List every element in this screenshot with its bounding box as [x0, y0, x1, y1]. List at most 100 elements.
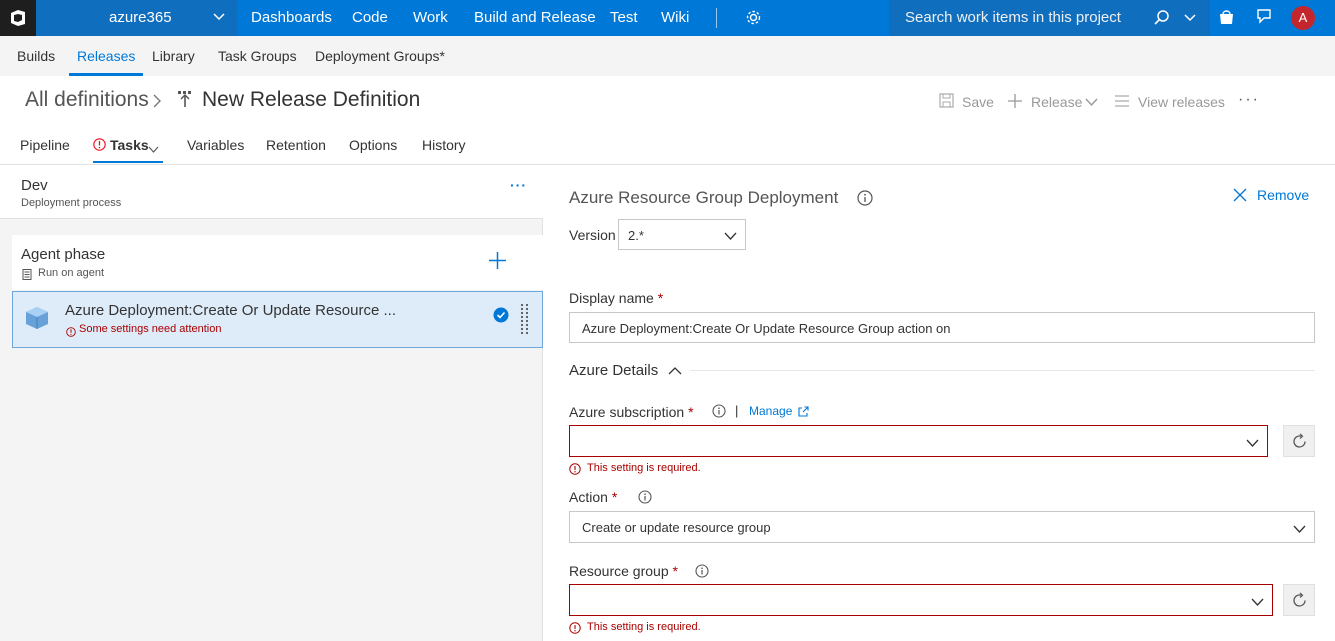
action-value: Create or update resource group	[582, 520, 771, 535]
display-name-label: Display name *	[569, 290, 663, 306]
info-icon[interactable]	[712, 404, 726, 423]
subscription-error: This setting is required.	[587, 462, 701, 474]
environment-name: Dev	[21, 177, 48, 194]
info-icon[interactable]	[695, 564, 709, 583]
tab-variables[interactable]: Variables	[187, 137, 244, 153]
check-circle-icon[interactable]	[493, 307, 509, 328]
shopping-bag-icon[interactable]	[1218, 8, 1235, 31]
search-icon[interactable]	[1153, 9, 1171, 32]
chevron-up-icon[interactable]	[668, 364, 682, 382]
hub-bar: Builds Releases Library Task Groups Depl…	[0, 36, 1335, 76]
error-icon	[93, 138, 106, 156]
external-link-icon[interactable]	[798, 404, 809, 422]
required-marker: *	[672, 563, 678, 579]
chevron-down-icon	[1251, 595, 1264, 613]
vsts-logo-icon[interactable]	[0, 0, 36, 36]
search-box[interactable]: Search work items in this project	[889, 0, 1210, 36]
top-bar: azure365 Dashboards Code Work Build and …	[0, 0, 1335, 36]
info-icon[interactable]	[857, 190, 873, 211]
server-icon	[22, 267, 32, 285]
breadcrumb-all-definitions[interactable]: All definitions	[25, 88, 149, 112]
add-task-icon[interactable]	[488, 251, 507, 275]
save-button[interactable]: Save	[962, 94, 994, 110]
tab-retention[interactable]: Retention	[266, 137, 326, 153]
task-title: Azure Resource Group Deployment	[569, 188, 839, 207]
required-marker: *	[688, 404, 694, 420]
tab-history[interactable]: History	[422, 137, 466, 153]
refresh-icon	[1291, 433, 1308, 455]
view-releases-button[interactable]: View releases	[1138, 94, 1225, 110]
chevron-down-icon	[1246, 436, 1259, 454]
error-icon	[569, 462, 581, 480]
display-name-field[interactable]: Azure Deployment:Create Or Update Resour…	[569, 312, 1315, 343]
tab-tasks[interactable]: Tasks	[110, 137, 149, 153]
nav-test[interactable]: Test	[610, 9, 638, 26]
error-icon	[569, 621, 581, 639]
version-select[interactable]: 2.*	[618, 219, 746, 250]
refresh-resource-group-button[interactable]	[1283, 584, 1315, 616]
hub-library[interactable]: Library	[152, 48, 195, 64]
action-select[interactable]: Create or update resource group	[569, 511, 1315, 543]
save-icon	[939, 93, 954, 113]
remove-button[interactable]: Remove	[1257, 187, 1309, 203]
tab-pipeline[interactable]: Pipeline	[20, 137, 70, 153]
nav-dashboards[interactable]: Dashboards	[251, 9, 332, 26]
active-tab-indicator	[93, 161, 163, 163]
hub-deployment-groups[interactable]: Deployment Groups*	[315, 48, 445, 64]
hub-builds[interactable]: Builds	[17, 48, 55, 64]
section-azure-details[interactable]: Azure Details	[569, 362, 658, 379]
task-item-azure-deployment[interactable]: Azure Deployment:Create Or Update Resour…	[12, 291, 543, 348]
version-value: 2.*	[628, 228, 644, 243]
list-icon	[1114, 94, 1130, 113]
required-marker: *	[611, 489, 618, 505]
nav-work[interactable]: Work	[413, 9, 448, 26]
feedback-icon[interactable]	[1255, 8, 1273, 31]
environment-more-button[interactable]: ···	[510, 177, 527, 193]
gear-icon[interactable]	[745, 9, 762, 31]
add-icon	[1007, 93, 1023, 114]
tab-options[interactable]: Options	[349, 137, 397, 153]
search-input[interactable]: Search work items in this project	[905, 9, 1121, 26]
hub-task-groups[interactable]: Task Groups	[218, 48, 297, 64]
nav-code[interactable]: Code	[352, 9, 388, 26]
project-selector[interactable]: azure365	[36, 0, 237, 36]
phase-subtitle: Run on agent	[38, 267, 105, 279]
agent-phase[interactable]: Agent phase Run on agent	[12, 235, 543, 290]
azure-resource-group-icon	[24, 305, 50, 336]
drag-handle-icon[interactable]	[520, 303, 529, 340]
resource-group-label: Resource group *	[569, 563, 678, 579]
refresh-subscription-button[interactable]	[1283, 425, 1315, 457]
nav-wiki[interactable]: Wiki	[661, 9, 689, 26]
page-title[interactable]: New Release Definition	[202, 88, 420, 112]
hub-releases[interactable]: Releases	[77, 48, 135, 64]
subscription-label-text: Azure subscription	[569, 404, 685, 420]
resource-group-select[interactable]	[569, 584, 1273, 616]
required-marker: *	[657, 290, 664, 306]
action-label: Action *	[569, 489, 617, 505]
subscription-label: Azure subscription *	[569, 404, 694, 420]
close-icon[interactable]	[1233, 188, 1247, 207]
separator: |	[735, 403, 739, 418]
version-label: Version	[569, 227, 616, 243]
nav-build-and-release[interactable]: Build and Release	[474, 9, 596, 26]
task-list-panel: Dev Deployment process ··· Agent phase R…	[0, 165, 543, 641]
active-hub-indicator	[69, 73, 143, 76]
info-icon[interactable]	[638, 490, 652, 509]
nav-divider	[716, 8, 717, 28]
environment-subtitle: Deployment process	[21, 197, 122, 209]
release-definition-icon	[177, 90, 193, 113]
azure-subscription-select[interactable]	[569, 425, 1268, 457]
resource-group-label-text: Resource group	[569, 563, 669, 579]
display-name-label-text: Display name	[569, 290, 654, 306]
manage-link[interactable]: Manage	[749, 404, 792, 418]
chevron-down-icon[interactable]	[148, 141, 159, 159]
chevron-down-icon	[212, 9, 226, 28]
chevron-down-icon[interactable]	[1183, 10, 1197, 29]
avatar[interactable]: A	[1291, 6, 1315, 30]
more-actions-button[interactable]: ···	[1238, 91, 1260, 109]
section-divider	[690, 370, 1315, 371]
chevron-down-icon[interactable]	[1085, 95, 1098, 113]
error-icon	[66, 324, 76, 342]
release-button[interactable]: Release	[1031, 94, 1082, 110]
environment-header[interactable]: Dev Deployment process ···	[0, 165, 543, 219]
